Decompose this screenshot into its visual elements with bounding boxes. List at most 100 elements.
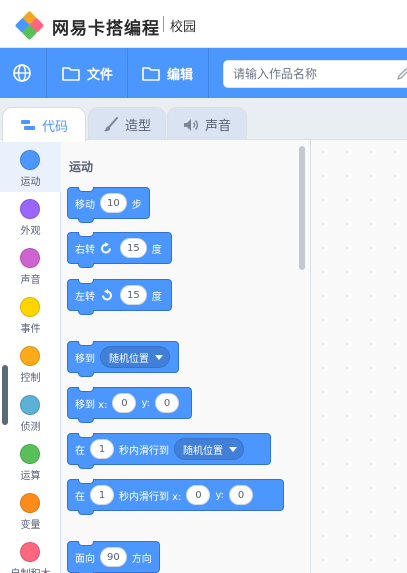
category-label: 声音 <box>20 275 41 286</box>
tab-costumes[interactable]: 造型 <box>88 107 166 141</box>
block-move-steps[interactable]: 移动 10 步 <box>67 187 150 223</box>
block-text: 移到 <box>75 353 95 365</box>
category-variables[interactable]: 变量 <box>0 485 61 535</box>
degrees-input[interactable]: 15 <box>120 285 147 305</box>
brand-header: 网易卡搭编程 校园 <box>0 0 407 48</box>
category-label: 外观 <box>20 226 41 237</box>
tab-costumes-label: 造型 <box>124 119 151 134</box>
block-turn-left[interactable]: 左转 15 度 <box>67 279 172 315</box>
category-events[interactable]: 事件 <box>0 289 61 339</box>
category-dot <box>20 150 40 170</box>
rotate-left-icon <box>102 288 112 300</box>
x-input[interactable]: 0 <box>186 485 211 505</box>
script-workspace[interactable] <box>310 140 407 573</box>
tab-sounds[interactable]: 声音 <box>167 107 247 141</box>
menu-divider <box>208 48 209 98</box>
block-text: 左转 <box>75 291 95 303</box>
category-motion[interactable]: 运动 <box>0 142 61 192</box>
x-input[interactable]: 0 <box>112 393 137 413</box>
category-operators[interactable]: 运算 <box>0 436 61 486</box>
block-text: 在 <box>75 491 85 503</box>
edit-menu[interactable]: 编辑 <box>142 63 193 83</box>
project-title-field[interactable] <box>223 60 407 88</box>
file-menu-label: 文件 <box>87 67 114 83</box>
brand-divider <box>163 16 164 32</box>
logo-icon <box>14 10 45 41</box>
editor-tabs: 代码 造型 声音 <box>0 98 407 142</box>
category-label: 变量 <box>20 520 41 531</box>
folder-icon <box>62 66 80 81</box>
y-input[interactable]: 0 <box>155 393 180 413</box>
block-text: 度 <box>151 244 162 256</box>
category-label: 运动 <box>20 177 41 188</box>
project-title-input[interactable] <box>224 61 384 87</box>
y-input[interactable]: 0 <box>229 485 254 505</box>
category-label: 自制积木 <box>0 565 61 573</box>
palette-scrollbar[interactable] <box>299 146 305 270</box>
block-text: 移动 <box>75 199 95 211</box>
category-sound[interactable]: 声音 <box>0 240 61 290</box>
menu-bar: 文件 编辑 <box>0 48 407 98</box>
category-dot <box>20 542 40 562</box>
goto-target-dropdown[interactable]: 随机位置 <box>100 346 170 368</box>
menu-divider <box>127 48 128 98</box>
block-text: y: <box>215 489 225 501</box>
block-glide-to[interactable]: 在 1 秒内滑行到 随机位置 <box>67 433 271 469</box>
seconds-input[interactable]: 1 <box>90 485 114 505</box>
brush-icon <box>103 116 118 131</box>
block-text: 右转 <box>75 244 95 256</box>
category-label: 事件 <box>20 324 41 335</box>
app-window: 网易卡搭编程 校园 文件 编辑 请输入作品名称 代码 造型 声音 运动 外观 声… <box>0 0 407 573</box>
category-scrollbar[interactable] <box>2 365 8 425</box>
category-looks[interactable]: 外观 <box>0 191 61 241</box>
speaker-icon <box>183 118 199 131</box>
block-turn-right[interactable]: 右转 15 度 <box>67 232 172 268</box>
degrees-input[interactable]: 15 <box>120 238 147 258</box>
dropdown-value: 随机位置 <box>109 353 149 365</box>
category-my-blocks[interactable]: 自制积木 <box>0 534 61 573</box>
category-dot <box>20 297 40 317</box>
menu-divider <box>46 48 47 98</box>
category-sensing[interactable]: 侦测 <box>0 387 61 437</box>
category-dot <box>20 395 40 415</box>
palette-section-title: 运动 <box>69 160 94 174</box>
tab-code[interactable]: 代码 <box>2 107 86 142</box>
category-dot <box>20 444 40 464</box>
category-dot <box>20 493 40 513</box>
block-text: 方向 <box>131 553 152 565</box>
block-text: 面向 <box>75 553 95 565</box>
block-text: 在 <box>75 445 85 457</box>
category-control[interactable]: 控制 <box>0 338 61 388</box>
seconds-input[interactable]: 1 <box>90 439 114 459</box>
chevron-down-icon <box>155 354 163 360</box>
block-goto[interactable]: 移到 随机位置 <box>67 341 179 377</box>
chevron-down-icon <box>229 446 237 452</box>
block-text: y: <box>141 397 151 409</box>
direction-input[interactable]: 90 <box>100 547 127 567</box>
pencil-icon <box>397 68 407 80</box>
tab-sounds-label: 声音 <box>204 119 231 134</box>
block-point-direction[interactable]: 面向 90 方向 <box>67 541 160 573</box>
category-menu: 运动 外观 声音 事件 控制 侦测 运算 变量 <box>0 140 61 573</box>
block-text: 秒内滑行到 <box>119 445 169 457</box>
category-label: 运算 <box>20 471 41 482</box>
edit-menu-label: 编辑 <box>167 67 194 83</box>
steps-input[interactable]: 10 <box>100 193 127 213</box>
block-text: 秒内滑行到 x: <box>119 491 182 503</box>
block-glide-xy[interactable]: 在 1 秒内滑行到 x: 0 y: 0 <box>67 479 284 515</box>
tab-code-label: 代码 <box>41 119 68 135</box>
brand-subtitle: 校园 <box>170 20 197 35</box>
category-dot <box>20 248 40 268</box>
block-goto-xy[interactable]: 移到 x: 0 y: 0 <box>67 387 192 423</box>
brand-name: 网易卡搭编程 <box>52 19 160 39</box>
rotate-right-icon <box>101 241 111 253</box>
block-text: 步 <box>131 199 142 211</box>
block-text: 度 <box>151 291 162 303</box>
block-palette: 运动 移动 10 步 右转 15 度 左转 15 度 移到 随机位置 移到 x:… <box>61 140 310 573</box>
glide-target-dropdown[interactable]: 随机位置 <box>174 438 244 460</box>
category-label: 控制 <box>20 373 41 384</box>
folder-icon <box>142 66 160 81</box>
globe-icon[interactable] <box>12 63 32 83</box>
block-text: 移到 x: <box>75 399 108 411</box>
file-menu[interactable]: 文件 <box>62 63 113 83</box>
